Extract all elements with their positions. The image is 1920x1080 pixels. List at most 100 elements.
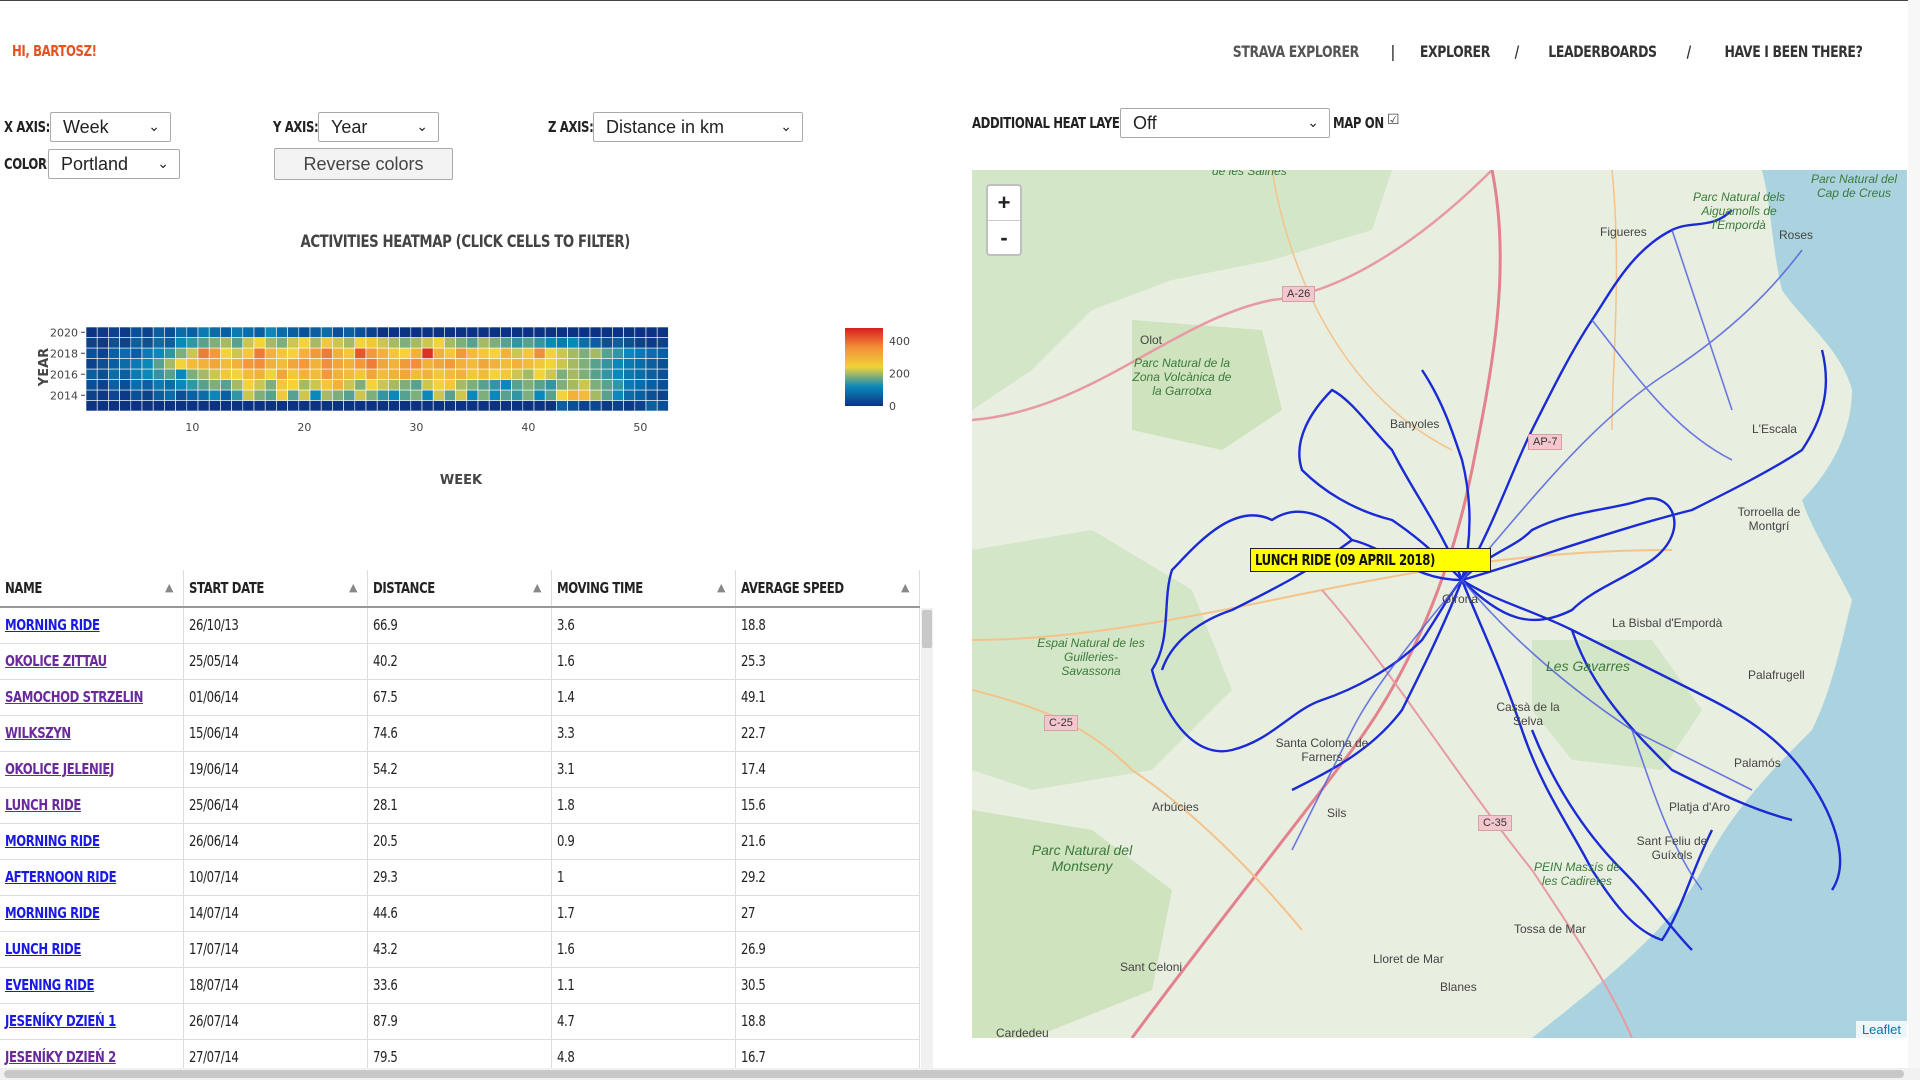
heatmap-cell[interactable] — [589, 347, 602, 359]
zoom-out-button[interactable]: - — [988, 221, 1020, 255]
heatmap-cell[interactable] — [578, 379, 591, 391]
heatmap-cell[interactable] — [578, 347, 591, 359]
heatmap-cell[interactable] — [287, 337, 300, 349]
heatmap-cell[interactable] — [376, 347, 389, 359]
heatmap-cell[interactable] — [612, 368, 624, 380]
table-row[interactable]: EVENING RIDE 18/07/14 33.6 1.1 30.5 — [0, 968, 920, 1004]
heatmap-cell[interactable] — [645, 347, 658, 359]
heatmap-cell[interactable] — [264, 368, 277, 380]
heatmap-cell[interactable] — [152, 347, 165, 359]
heatmap-cell[interactable] — [220, 337, 232, 349]
heatmap-cell[interactable] — [500, 400, 512, 412]
heatmap-cell[interactable] — [343, 358, 356, 370]
heatmap-cell[interactable] — [410, 389, 423, 401]
heatmap-cell[interactable] — [85, 368, 98, 380]
heatmap-cell[interactable] — [421, 326, 434, 338]
heatmap-cell[interactable] — [533, 379, 546, 391]
heatmap-cell[interactable] — [85, 400, 98, 412]
table-row[interactable]: MORNING RIDE 26/10/13 66.9 3.6 18.8 — [0, 608, 920, 644]
heatmap-cell[interactable] — [242, 358, 255, 370]
heatmap-cell[interactable] — [197, 326, 210, 338]
heatmap-cell[interactable] — [108, 358, 120, 370]
heatmap-cell[interactable] — [231, 337, 244, 349]
heatmap-cell[interactable] — [500, 347, 512, 359]
map-canvas[interactable] — [972, 170, 1907, 1038]
activity-link[interactable]: SAMOCHOD STRZELIN — [5, 688, 143, 706]
heatmap-cell[interactable] — [119, 326, 132, 338]
heatmap-cell[interactable] — [119, 400, 132, 412]
heatmap-cell[interactable] — [108, 379, 120, 391]
activity-link[interactable]: MORNING RIDE — [5, 904, 100, 922]
heatmap-cell[interactable] — [623, 379, 636, 391]
heatmap-cell[interactable] — [365, 389, 378, 401]
heatmap-cell[interactable] — [152, 326, 165, 338]
heatmap-cell[interactable] — [298, 368, 311, 380]
heatmap-cell[interactable] — [343, 400, 356, 412]
heatmap-cell[interactable] — [231, 347, 244, 359]
heatmap-cell[interactable] — [309, 400, 322, 412]
heatmap-cell[interactable] — [612, 337, 624, 349]
heatmap-cell[interactable] — [186, 337, 199, 349]
heatmap-cell[interactable] — [365, 347, 378, 359]
heatmap-cell[interactable] — [152, 400, 165, 412]
heatmap-cell[interactable] — [320, 358, 333, 370]
heatmap-cell[interactable] — [477, 358, 490, 370]
heatmap-cell[interactable] — [242, 389, 255, 401]
heatmap-cell[interactable] — [444, 337, 456, 349]
heatmap-cell[interactable] — [544, 326, 557, 338]
heatmap-cell[interactable] — [634, 389, 647, 401]
heatmap-cell[interactable] — [488, 326, 501, 338]
heatmap-cell[interactable] — [164, 358, 176, 370]
heatmap-cell[interactable] — [477, 389, 490, 401]
heat-layer-select[interactable]: Off ⌄ — [1120, 108, 1330, 138]
heatmap-cell[interactable] — [276, 358, 288, 370]
heatmap-cell[interactable] — [376, 337, 389, 349]
heatmap-cell[interactable] — [600, 379, 613, 391]
heatmap-cell[interactable] — [399, 368, 412, 380]
heatmap-cell[interactable] — [634, 368, 647, 380]
heatmap-cell[interactable] — [287, 358, 300, 370]
heatmap-cell[interactable] — [332, 358, 344, 370]
heatmap-cell[interactable] — [108, 389, 120, 401]
heatmap-cell[interactable] — [96, 337, 109, 349]
heatmap-cell[interactable] — [612, 379, 624, 391]
heatmap-cell[interactable] — [488, 379, 501, 391]
heatmap-cell[interactable] — [152, 368, 165, 380]
heatmap-cell[interactable] — [522, 358, 535, 370]
heatmap-cell[interactable] — [522, 379, 535, 391]
heatmap-cell[interactable] — [242, 337, 255, 349]
heatmap-cell[interactable] — [623, 347, 636, 359]
heatmap-cell[interactable] — [365, 400, 378, 412]
heatmap-cell[interactable] — [208, 368, 221, 380]
heatmap-cell[interactable] — [533, 347, 546, 359]
heatmap-cell[interactable] — [309, 337, 322, 349]
heatmap-cell[interactable] — [432, 337, 445, 349]
table-row[interactable]: SAMOCHOD STRZELIN 01/06/14 67.5 1.4 49.1 — [0, 680, 920, 716]
heatmap-cell[interactable] — [589, 389, 602, 401]
heatmap-cell[interactable] — [500, 389, 512, 401]
heatmap-cell[interactable] — [410, 326, 423, 338]
heatmap-cell[interactable] — [298, 379, 311, 391]
heatmap-cell[interactable] — [432, 368, 445, 380]
activity-link[interactable]: LUNCH RIDE — [5, 940, 81, 958]
heatmap-cell[interactable] — [343, 347, 356, 359]
heatmap-cell[interactable] — [253, 326, 266, 338]
heatmap-cell[interactable] — [455, 389, 468, 401]
heatmap-cell[interactable] — [343, 368, 356, 380]
heatmap-cell[interactable] — [332, 347, 344, 359]
heatmap-cell[interactable] — [276, 337, 288, 349]
heatmap-cell[interactable] — [343, 379, 356, 391]
heatmap-cell[interactable] — [264, 389, 277, 401]
heatmap-cell[interactable] — [466, 368, 479, 380]
heatmap-cell[interactable] — [444, 326, 456, 338]
heatmap-cell[interactable] — [164, 400, 176, 412]
heatmap-cell[interactable] — [220, 368, 232, 380]
heatmap-cell[interactable] — [208, 389, 221, 401]
heatmap-cell[interactable] — [589, 379, 602, 391]
sort-arrow-icon[interactable]: ▲ — [165, 570, 173, 606]
heatmap-cell[interactable] — [264, 400, 277, 412]
heatmap-cell[interactable] — [119, 347, 132, 359]
activity-link[interactable]: JESENÍKY DZIEŃ 2 — [5, 1048, 116, 1066]
heatmap-cell[interactable] — [544, 358, 557, 370]
heatmap-cell[interactable] — [141, 358, 154, 370]
